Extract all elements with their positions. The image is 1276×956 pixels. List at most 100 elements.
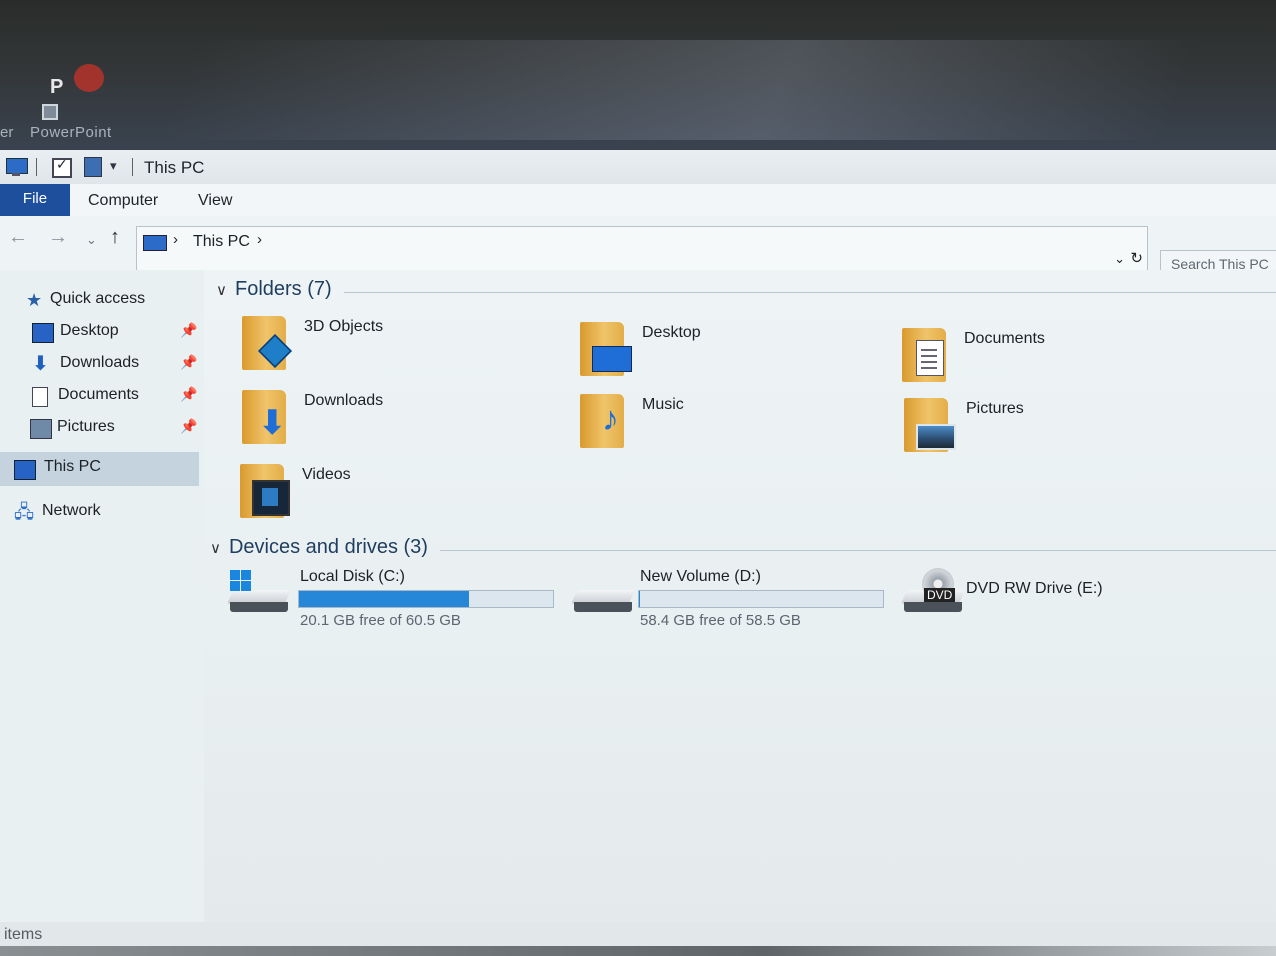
windows-logo-icon	[230, 570, 252, 592]
sidebar-item-label: Quick access	[50, 290, 146, 307]
shortcut-arrow-icon	[42, 104, 58, 120]
devices-group-header[interactable]: ∨ Devices and drives (3)	[210, 536, 428, 559]
ribbon-tabs: File Computer View	[0, 184, 1276, 217]
folder-music[interactable]: ♪ Music	[580, 394, 900, 454]
address-dropdown-icon[interactable]: ⌄	[1114, 251, 1125, 267]
folder-name: Documents	[964, 330, 1045, 347]
star-icon: ★	[26, 290, 43, 310]
folder-desktop[interactable]: Desktop	[580, 322, 900, 382]
content-pane: ∨ Folders (7) 3D Objects Desktop Document…	[204, 270, 1276, 950]
recent-locations-chevron-icon[interactable]: ⌄	[86, 232, 97, 248]
hard-drive-icon	[570, 590, 636, 614]
drive-free-space: 58.4 GB free of 58.5 GB	[640, 612, 801, 629]
desktop-screen-icon	[592, 346, 632, 372]
folders-group-header[interactable]: ∨ Folders (7)	[216, 278, 332, 301]
dvd-badge: DVD	[924, 588, 956, 602]
group-divider	[344, 292, 1276, 293]
folder-pictures[interactable]: Pictures	[904, 398, 1224, 458]
pin-icon[interactable]: 📌	[180, 322, 197, 339]
desktop-background: P PowerPoint er	[0, 0, 1276, 152]
film-strip-icon	[252, 480, 290, 516]
drive-free-space: 20.1 GB free of 60.5 GB	[300, 612, 461, 629]
folder-name: Desktop	[642, 324, 701, 341]
forward-arrow-icon[interactable]: →	[48, 226, 68, 249]
navigation-bar: ← → ⌄ ↑ › This PC › ⌄ ↻ Search This PC	[0, 216, 1276, 278]
desktop-icon-label: PowerPoint	[30, 124, 112, 141]
download-icon: ⬇	[32, 353, 49, 375]
sidebar-item-downloads[interactable]: ⬇ Downloads 📌	[0, 350, 200, 380]
title-bar: ✓ ▾ This PC	[0, 150, 1276, 185]
network-icon: 🖧	[14, 502, 35, 522]
collapse-chevron-icon: ∨	[216, 282, 227, 299]
sidebar-item-label: This PC	[44, 458, 101, 475]
powerpoint-logo-letter: P	[50, 76, 64, 98]
up-arrow-icon[interactable]: ↑	[110, 226, 120, 249]
sidebar-item-quick-access[interactable]: ★ Quick access	[0, 286, 200, 316]
folder-name: Downloads	[304, 392, 384, 409]
landscape-picture-icon	[916, 424, 956, 450]
sidebar-item-pictures[interactable]: Pictures 📌	[0, 414, 200, 444]
documents-icon	[32, 387, 48, 407]
folders-group-title: Folders (7)	[234, 278, 332, 300]
powerpoint-shortcut[interactable]: P PowerPoint	[30, 64, 120, 142]
sidebar-item-network[interactable]: 🖧 Network	[0, 498, 200, 528]
sidebar-item-desktop[interactable]: Desktop 📌	[0, 318, 200, 348]
address-bar[interactable]: › This PC › ⌄ ↻	[136, 226, 1148, 272]
this-pc-icon	[143, 235, 167, 251]
sidebar-item-label: Network	[42, 502, 101, 519]
desktop-icon	[32, 323, 54, 343]
group-divider	[440, 550, 1276, 551]
drive-new-volume-d[interactable]: New Volume (D:) 58.4 GB free of 58.5 GB	[570, 568, 894, 640]
pictures-icon	[30, 419, 52, 439]
folder-3d-objects[interactable]: 3D Objects	[242, 316, 562, 376]
this-pc-icon	[6, 156, 28, 178]
folder-name: Videos	[302, 466, 351, 483]
sidebar-item-label: Pictures	[57, 418, 115, 435]
powerpoint-logo-circle	[74, 64, 104, 92]
drive-name: Local Disk (C:)	[300, 568, 405, 585]
sidebar-item-documents[interactable]: Documents 📌	[0, 382, 200, 412]
hard-drive-icon	[226, 590, 292, 614]
devices-group-title: Devices and drives (3)	[228, 536, 428, 558]
back-arrow-icon[interactable]: ←	[8, 226, 28, 249]
toolbar-separator	[36, 158, 37, 176]
properties-icon[interactable]: ✓	[50, 156, 72, 178]
pin-icon[interactable]: 📌	[180, 386, 197, 403]
new-folder-icon[interactable]	[82, 156, 104, 178]
breadcrumb-this-pc[interactable]: This PC	[193, 233, 250, 251]
breadcrumb-chevron-icon[interactable]: ›	[173, 231, 178, 248]
drive-local-disk-c[interactable]: Local Disk (C:) 20.1 GB free of 60.5 GB	[226, 568, 590, 640]
drive-name: New Volume (D:)	[640, 568, 761, 585]
drive-usage-bar	[638, 590, 884, 608]
folder-name: 3D Objects	[304, 318, 384, 335]
sidebar-item-label: Downloads	[60, 354, 140, 371]
customize-quick-access-dropdown[interactable]: ▾	[110, 158, 132, 180]
document-page-icon	[916, 340, 944, 376]
collapse-chevron-icon: ∨	[210, 540, 221, 557]
file-explorer-window: ✓ ▾ This PC File Computer View ← → ⌄ ↑ ›…	[0, 150, 1276, 950]
folder-downloads[interactable]: ⬇ Downloads	[242, 390, 562, 450]
pc-icon	[14, 460, 36, 480]
folder-name: Pictures	[966, 400, 1024, 417]
partial-desktop-icon-label: er	[0, 124, 14, 141]
pin-icon[interactable]: 📌	[180, 354, 197, 371]
window-title: This PC	[144, 158, 205, 177]
drive-usage-bar	[298, 590, 554, 608]
sidebar-item-label: Documents	[58, 386, 139, 403]
tab-view[interactable]: View	[198, 184, 232, 216]
pin-icon[interactable]: 📌	[180, 418, 197, 435]
download-arrow-icon: ⬇	[258, 404, 287, 442]
sidebar-item-this-pc[interactable]: This PC	[0, 452, 199, 486]
folder-documents[interactable]: Documents	[902, 328, 1222, 388]
tab-computer[interactable]: Computer	[88, 184, 158, 216]
music-note-icon: ♪	[602, 400, 619, 438]
drive-name: DVD RW Drive (E:)	[966, 580, 1103, 597]
breadcrumb-chevron-icon[interactable]: ›	[257, 231, 262, 248]
folder-videos[interactable]: Videos	[240, 464, 560, 524]
toolbar-separator	[132, 158, 133, 176]
desktop-background-bottom	[0, 946, 1276, 956]
tab-file[interactable]: File	[0, 184, 70, 216]
drive-dvd-rw-e[interactable]: DVD DVD RW Drive (E:)	[900, 568, 1164, 640]
sidebar-item-label: Desktop	[60, 322, 119, 339]
refresh-icon[interactable]: ↻	[1130, 249, 1143, 267]
